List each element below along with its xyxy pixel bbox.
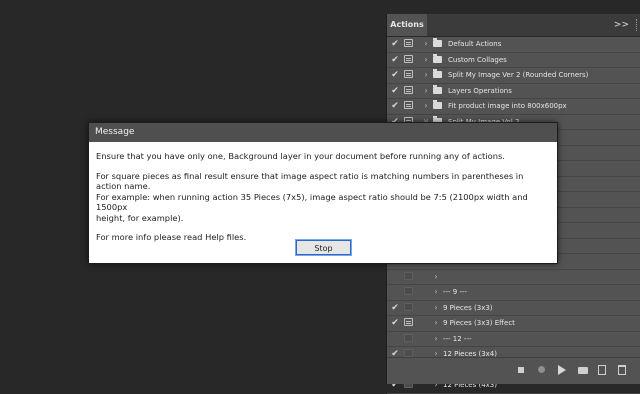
- action-set-row[interactable]: ✔ › Split My Image Ver 2 (Rounded Corners): [387, 68, 640, 84]
- toggle-item-checkbox[interactable]: ✔: [387, 53, 403, 67]
- tab-actions[interactable]: Actions: [387, 14, 427, 36]
- action-set-row[interactable]: ✔ › Default Actions: [387, 37, 640, 53]
- chevron-right-icon[interactable]: ›: [421, 53, 431, 67]
- action-set-row[interactable]: ✔ › Custom Collages: [387, 53, 640, 68]
- chevron-right-icon[interactable]: ›: [421, 37, 431, 51]
- action-row[interactable]: › --- 12 ---: [387, 332, 640, 347]
- toggle-dialog-icon[interactable]: [404, 70, 413, 78]
- folder-icon: [433, 84, 442, 94]
- toggle-dialog-icon[interactable]: [404, 287, 413, 295]
- chevron-right-icon[interactable]: ›: [431, 270, 441, 284]
- toggle-dialog-icon[interactable]: [404, 54, 413, 63]
- row-label: Default Actions: [448, 40, 502, 48]
- panel-header: Actions >>: [387, 14, 640, 37]
- toggle-dialog-icon[interactable]: [404, 349, 413, 357]
- message-line: For square pieces as final result ensure…: [96, 170, 524, 192]
- stop-icon[interactable]: [518, 367, 524, 373]
- dialog-title: Message: [89, 123, 557, 142]
- dialog-body: Ensure that you have only one, Backgroun…: [96, 151, 551, 243]
- new-set-icon[interactable]: [578, 367, 588, 374]
- toggle-dialog-icon[interactable]: [404, 101, 413, 109]
- row-label: Split My Image Ver 2 (Rounded Corners): [448, 71, 589, 79]
- chevron-right-icon[interactable]: ›: [431, 316, 441, 330]
- message-line: height, for example).: [96, 212, 184, 223]
- toggle-item-checkbox[interactable]: [387, 285, 403, 299]
- stop-button[interactable]: Stop: [295, 239, 352, 256]
- action-row[interactable]: ✔ › 9 Pieces (3x3): [387, 301, 640, 316]
- record-icon[interactable]: [538, 366, 545, 373]
- chevron-right-icon[interactable]: ›: [431, 301, 441, 315]
- chevron-right-icon[interactable]: ›: [421, 68, 431, 82]
- row-label: Fit product image into 800x600px: [448, 102, 567, 110]
- toggle-dialog-icon[interactable]: [404, 271, 413, 280]
- panel-menu-icon[interactable]: [636, 19, 639, 31]
- toggle-item-checkbox[interactable]: ✔: [387, 316, 403, 330]
- toggle-dialog-icon[interactable]: [404, 39, 413, 47]
- toggle-item-checkbox[interactable]: [387, 332, 403, 346]
- row-label: --- 9 ---: [443, 288, 468, 296]
- folder-icon: [433, 38, 442, 47]
- collapse-panel-icon[interactable]: >>: [614, 14, 629, 36]
- action-row[interactable]: › --- 9 ---: [387, 285, 640, 301]
- toggle-item-checkbox[interactable]: [387, 270, 403, 284]
- delete-icon[interactable]: [618, 365, 626, 375]
- toggle-dialog-icon[interactable]: [404, 333, 413, 342]
- toggle-dialog-icon[interactable]: [404, 302, 413, 311]
- folder-icon: [433, 100, 442, 109]
- toggle-dialog-icon[interactable]: [404, 318, 413, 326]
- row-label: Layers Operations: [448, 86, 512, 95]
- action-row[interactable]: ✔ › 9 Pieces (3x3) Effect: [387, 316, 640, 332]
- row-label: 9 Pieces (3x3): [443, 303, 493, 312]
- row-label: --- 12 ---: [443, 334, 472, 343]
- action-set-row[interactable]: ✔ › Fit product image into 800x600px: [387, 99, 640, 115]
- folder-icon: [433, 53, 442, 63]
- toggle-item-checkbox[interactable]: ✔: [387, 68, 403, 82]
- actions-toolbar: [387, 357, 640, 384]
- message-line: For example: when running action 35 Piec…: [96, 191, 528, 213]
- row-label: 9 Pieces (3x3) Effect: [443, 319, 515, 327]
- message-dialog: Message Ensure that you have only one, B…: [88, 122, 558, 264]
- chevron-right-icon[interactable]: ›: [431, 285, 441, 299]
- toggle-item-checkbox[interactable]: ✔: [387, 301, 403, 315]
- message-line: Ensure that you have only one, Backgroun…: [96, 151, 505, 161]
- chevron-right-icon[interactable]: ›: [421, 84, 431, 98]
- chevron-right-icon[interactable]: ›: [431, 332, 441, 346]
- toggle-dialog-icon[interactable]: [404, 85, 413, 94]
- new-action-icon[interactable]: [598, 365, 606, 375]
- chevron-right-icon[interactable]: ›: [421, 99, 431, 113]
- action-set-row[interactable]: ✔ › Layers Operations: [387, 84, 640, 99]
- toggle-item-checkbox[interactable]: ✔: [387, 84, 403, 98]
- toggle-item-checkbox[interactable]: ✔: [387, 37, 403, 51]
- action-row[interactable]: ›: [387, 270, 640, 285]
- folder-icon: [433, 69, 442, 78]
- toggle-item-checkbox[interactable]: ✔: [387, 99, 403, 113]
- row-label: Custom Collages: [448, 55, 507, 64]
- play-icon[interactable]: [558, 365, 566, 375]
